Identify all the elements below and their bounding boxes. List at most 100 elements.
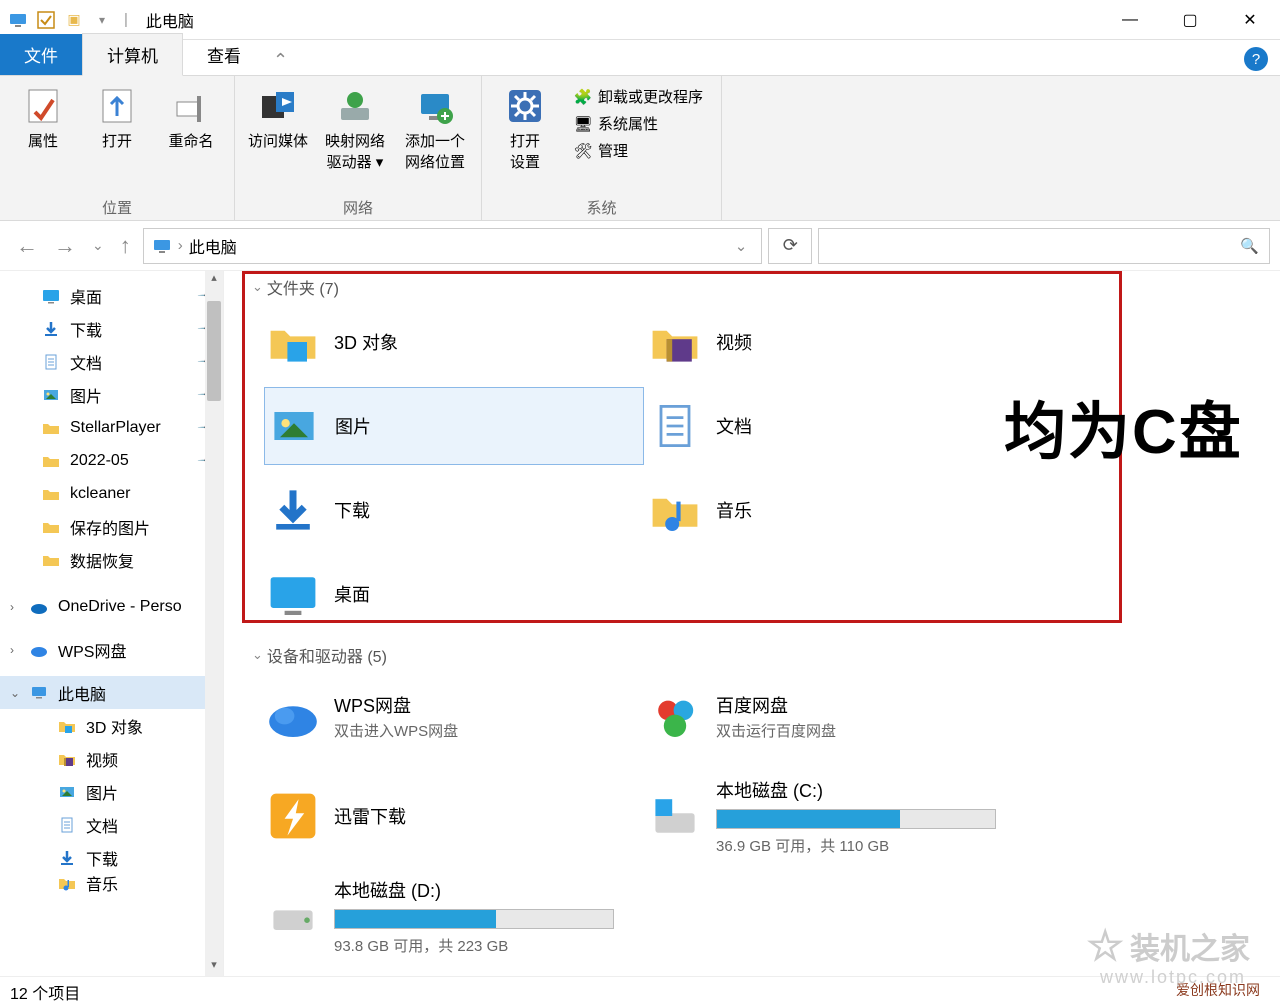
open-label: 打开 (102, 130, 132, 151)
folder-icon (40, 483, 62, 505)
ribbon-group-system-label: 系统 (492, 195, 711, 218)
sysprops-icon: 🖥 (574, 115, 592, 133)
drive-icon (264, 887, 322, 945)
device-item-本地磁盘 (C:)[interactable]: 本地磁盘 (C:)36.9 GB 可用，共 110 GB (646, 777, 1026, 855)
manage-link[interactable]: 🛠 管理 (574, 140, 703, 161)
properties-icon (23, 86, 63, 126)
system-properties-link[interactable]: 🖥系统属性 (574, 113, 703, 134)
sidebar-item-StellarPlayer[interactable]: StellarPlayer📌 (0, 411, 223, 444)
sidebar-group-此电脑[interactable]: ⌄此电脑 (0, 676, 223, 709)
folder-item-桌面[interactable]: 桌面 (264, 555, 644, 633)
device-item-迅雷下载[interactable]: 迅雷下载 (264, 777, 644, 855)
doc-icon (646, 397, 704, 455)
chevron-down-icon: ⌄ (252, 647, 263, 663)
rename-button[interactable]: 重命名 (158, 82, 224, 151)
search-input[interactable]: 🔍 (818, 228, 1270, 264)
checkbox-icon[interactable] (36, 10, 56, 30)
device-item-百度网盘[interactable]: 百度网盘双击运行百度网盘 (646, 677, 1026, 755)
sidebar-group-WPS网盘[interactable]: ›WPS网盘 (0, 633, 223, 666)
refresh-button[interactable]: ⟳ (768, 228, 812, 264)
qat-dropdown-icon[interactable]: ▾ (92, 10, 112, 30)
folder-item-下载[interactable]: 下载 (264, 471, 644, 549)
sidebar-item-保存的图片[interactable]: 保存的图片 (0, 510, 223, 543)
device-subtext: 93.8 GB 可用，共 223 GB (334, 935, 614, 956)
access-media-button[interactable]: 访问媒体 (245, 82, 311, 151)
device-item-本地磁盘 (D:)[interactable]: 本地磁盘 (D:)93.8 GB 可用，共 223 GB (264, 877, 644, 955)
folder-item-视频[interactable]: 视频 (646, 303, 1026, 381)
sidebar-item-label: 图片 (86, 780, 118, 804)
breadcrumb[interactable]: 此电脑 (189, 234, 237, 258)
download-icon (56, 847, 78, 869)
expand-icon[interactable]: › (10, 643, 14, 657)
devices-section-header[interactable]: ⌄ 设备和驱动器 (5) (224, 641, 1280, 671)
add-location-label: 添加一个 网络位置 (405, 130, 465, 172)
open-button[interactable]: 打开 (84, 82, 150, 151)
onedrive-icon (28, 596, 50, 618)
sidebar-item-数据恢复[interactable]: 数据恢复 (0, 543, 223, 576)
sidebar-child-视频[interactable]: 视频 (0, 742, 223, 775)
folders-header-label: 文件夹 (7) (267, 275, 339, 299)
device-item-WPS网盘[interactable]: WPS网盘双击进入WPS网盘 (264, 677, 644, 755)
crumb-chevron-icon[interactable]: › (178, 237, 183, 254)
forward-button[interactable]: → (48, 231, 82, 261)
uninstall-link[interactable]: 🧩卸载或更改程序 (574, 86, 703, 107)
sidebar-child-下载[interactable]: 下载 (0, 841, 223, 874)
status-item-count: 12 个项目 (10, 980, 80, 1004)
sidebar-child-图片[interactable]: 图片 (0, 775, 223, 808)
open-settings-button[interactable]: 打开 设置 (492, 82, 558, 172)
scroll-up-arrow[interactable]: ▴ (205, 271, 223, 289)
properties-button[interactable]: 属性 (10, 82, 76, 151)
folder-label: 音乐 (716, 497, 752, 523)
title-separator: | (124, 11, 128, 28)
sidebar-item-下载[interactable]: 下载📌 (0, 312, 223, 345)
back-button[interactable]: ← (10, 231, 44, 261)
sidebar-child-3D 对象[interactable]: 3D 对象 (0, 709, 223, 742)
nav-bar: ← → ⌄ ↑ › 此电脑 ⌄ ⟳ 🔍 (0, 221, 1280, 271)
sidebar-item-文档[interactable]: 文档📌 (0, 345, 223, 378)
folder-small-icon[interactable]: ▣ (64, 10, 84, 30)
sidebar-item-桌面[interactable]: 桌面📌 (0, 279, 223, 312)
sidebar-group-OneDrive - Perso[interactable]: ›OneDrive - Perso (0, 590, 223, 623)
maximize-button[interactable]: ▢ (1160, 0, 1220, 40)
address-bar[interactable]: › 此电脑 ⌄ (143, 228, 763, 264)
pics-icon (56, 781, 78, 803)
collapse-ribbon-button[interactable]: ⌃ (265, 46, 296, 75)
rename-label: 重命名 (168, 130, 213, 151)
address-dropdown[interactable]: ⌄ (729, 237, 754, 255)
sidebar-item-kcleaner[interactable]: kcleaner (0, 477, 223, 510)
window-title: 此电脑 (140, 8, 194, 32)
folder-item-文档[interactable]: 文档 (646, 387, 1026, 465)
help-button[interactable]: ? (1244, 47, 1268, 71)
drive-usage-bar (716, 809, 996, 829)
doc-icon (56, 814, 78, 836)
sidebar-child-音乐[interactable]: 音乐 (0, 874, 223, 892)
minimize-button[interactable]: — (1100, 0, 1160, 40)
sidebar-item-2022-05[interactable]: 2022-05📌 (0, 444, 223, 477)
folder-item-3D 对象[interactable]: 3D 对象 (264, 303, 644, 381)
sidebar-child-文档[interactable]: 文档 (0, 808, 223, 841)
expand-icon[interactable]: ⌄ (10, 686, 20, 700)
sidebar-scrollbar[interactable]: ▴ ▾ (205, 271, 223, 976)
sidebar-item-图片[interactable]: 图片📌 (0, 378, 223, 411)
expand-icon[interactable]: › (10, 600, 14, 614)
recent-dropdown[interactable]: ⌄ (86, 235, 110, 256)
manage-icon: 🛠 (574, 142, 592, 160)
manage-label: 管理 (598, 140, 628, 161)
add-location-button[interactable]: 添加一个 网络位置 (399, 82, 471, 172)
tab-view[interactable]: 查看 (183, 34, 265, 75)
scroll-down-arrow[interactable]: ▾ (205, 958, 223, 976)
scroll-thumb[interactable] (207, 301, 221, 401)
close-button[interactable]: ✕ (1220, 0, 1280, 40)
up-button[interactable]: ↑ (114, 231, 137, 261)
map-drive-button[interactable]: 映射网络 驱动器 ▾ (319, 82, 391, 172)
tab-file[interactable]: 文件 (0, 34, 82, 75)
folder-item-图片[interactable]: 图片 (264, 387, 644, 465)
system-links: 🧩卸载或更改程序 🖥系统属性 🛠 管理 (566, 82, 711, 165)
folders-section-header[interactable]: ⌄ 文件夹 (7) (224, 273, 1280, 303)
tab-computer[interactable]: 计算机 (82, 33, 183, 76)
devices-grid: WPS网盘双击进入WPS网盘百度网盘双击运行百度网盘迅雷下载本地磁盘 (C:)3… (224, 671, 1280, 955)
folder-item-音乐[interactable]: 音乐 (646, 471, 1026, 549)
device-label: 本地磁盘 (C:) (716, 777, 996, 803)
map-drive-label: 映射网络 驱动器 ▾ (325, 130, 385, 172)
rename-icon (171, 86, 211, 126)
